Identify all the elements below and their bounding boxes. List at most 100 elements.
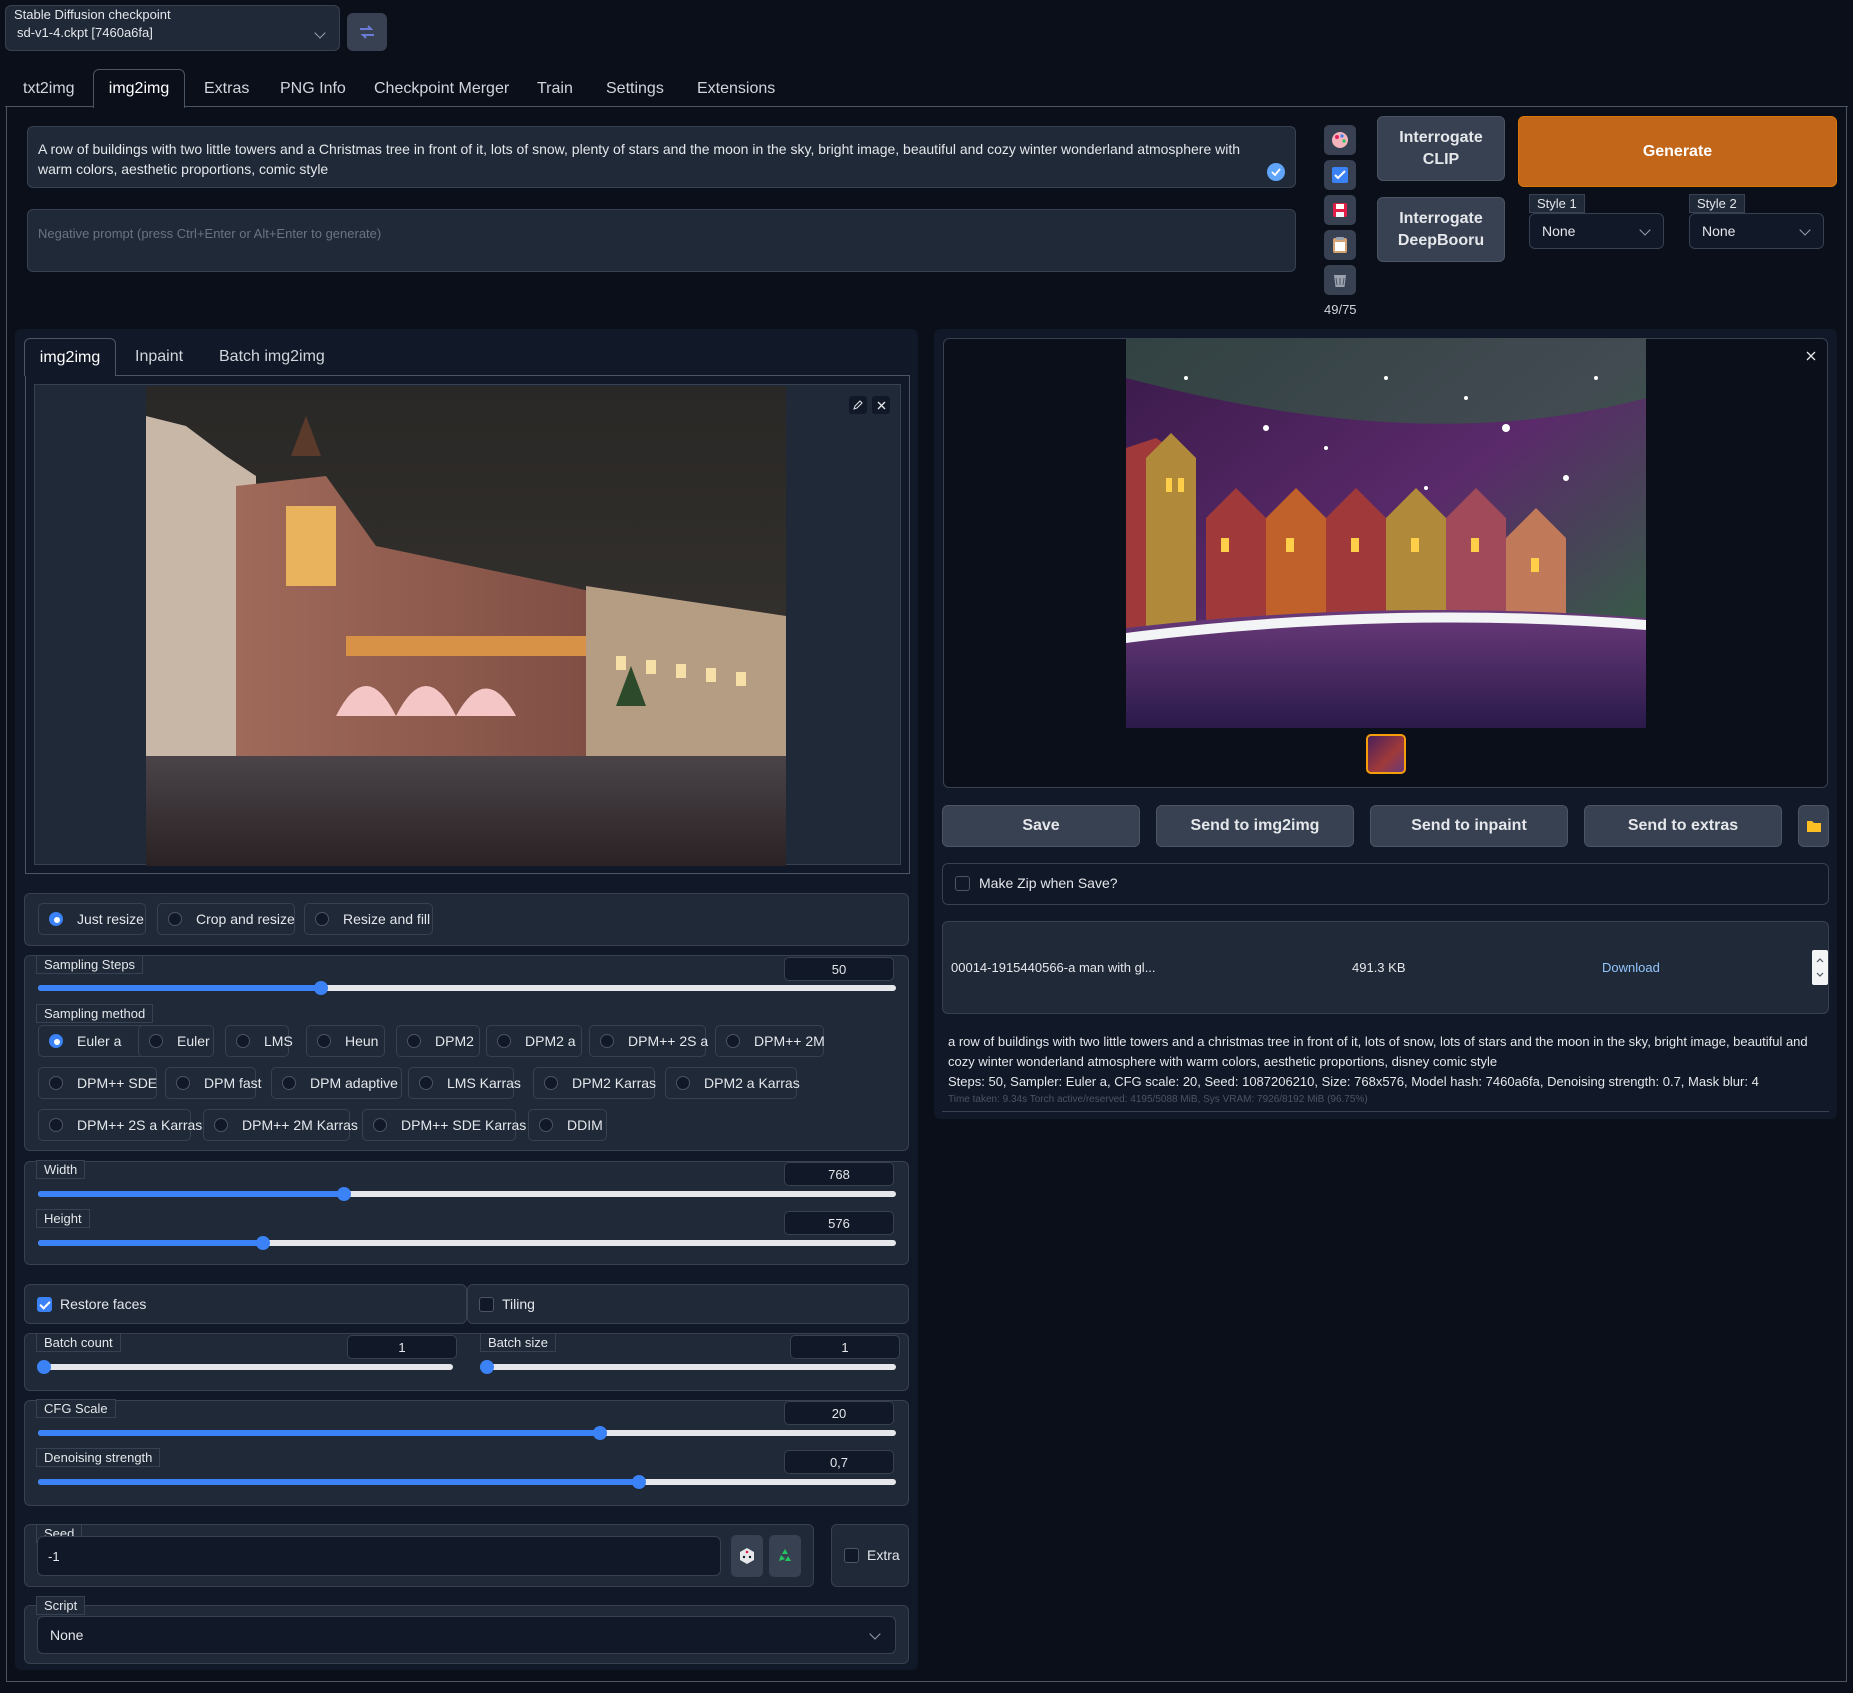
clear-prompt-toggle-button[interactable] [1324, 160, 1356, 190]
height-slider[interactable] [38, 1236, 896, 1250]
tab-png-info[interactable]: PNG Info [280, 80, 346, 98]
sampler-option[interactable]: DPM2 Karras [533, 1067, 656, 1099]
chevron-down-icon [869, 1628, 881, 1640]
apply-style-button[interactable] [1324, 230, 1356, 260]
prompt-input[interactable]: A row of buildings with two little tower… [27, 126, 1296, 188]
trash-button[interactable] [1324, 265, 1356, 295]
subtab-img2img[interactable]: img2img [24, 338, 116, 376]
sampler-option[interactable]: Euler [138, 1025, 214, 1057]
sampler-option-label: DPM++ 2M Karras [242, 1117, 358, 1133]
slider-thumb[interactable] [37, 1360, 51, 1374]
sampler-option[interactable]: DPM++ SDE [38, 1067, 157, 1099]
batch-count-slider[interactable] [37, 1360, 453, 1374]
sampler-option[interactable]: LMS Karras [408, 1067, 521, 1099]
sampler-option[interactable]: DPM++ 2M [715, 1025, 825, 1057]
sampler-option[interactable]: DPM adaptive [271, 1067, 402, 1099]
restore-faces-checkbox[interactable] [37, 1297, 52, 1312]
width-input[interactable]: 768 [784, 1162, 894, 1186]
batch-size-slider[interactable] [480, 1360, 896, 1374]
send-to-img2img-button[interactable]: Send to img2img [1156, 805, 1354, 847]
close-output-icon[interactable] [1803, 348, 1819, 364]
negative-prompt-placeholder: Negative prompt (press Ctrl+Enter or Alt… [38, 226, 382, 241]
interrogate-clip-button[interactable]: Interrogate CLIP [1377, 116, 1505, 181]
batch-count-input[interactable]: 1 [347, 1335, 457, 1359]
output-thumbnail[interactable] [1366, 734, 1406, 774]
subtab-img2img-label: img2img [39, 348, 101, 366]
cfg-scale-input[interactable]: 20 [784, 1401, 894, 1425]
random-seed-button[interactable] [731, 1535, 763, 1577]
tab-extras[interactable]: Extras [204, 80, 249, 98]
resize-mode-label: Just resize [77, 911, 144, 927]
extra-seed-checkbox[interactable] [844, 1548, 859, 1563]
resize-mode-crop-and-resize[interactable]: Crop and resize [157, 903, 295, 935]
tiling-checkbox[interactable] [479, 1297, 494, 1312]
seed-input[interactable]: -1 [37, 1536, 721, 1576]
style1-value: None [1542, 223, 1576, 239]
slider-thumb[interactable] [480, 1360, 494, 1374]
sampler-option[interactable]: DPM fast [165, 1067, 262, 1099]
generate-button[interactable]: Generate [1518, 116, 1837, 187]
sampling-steps-input[interactable]: 50 [784, 957, 894, 981]
style2-select[interactable]: None [1689, 213, 1824, 249]
refresh-checkpoint-button[interactable] [347, 13, 387, 51]
slider-thumb[interactable] [631, 1475, 646, 1489]
sampler-option[interactable]: DPM2 a [486, 1025, 582, 1057]
sampling-steps-slider[interactable] [38, 981, 896, 995]
save-style-button[interactable] [1324, 195, 1356, 225]
radio-icon [407, 1034, 421, 1048]
paste-params-button[interactable] [1324, 125, 1356, 155]
width-slider[interactable] [38, 1187, 896, 1201]
denoising-strength-input[interactable]: 0,7 [784, 1450, 894, 1474]
sampler-option[interactable]: Heun [306, 1025, 385, 1057]
save-button[interactable]: Save [942, 805, 1140, 847]
tab-train[interactable]: Train [537, 80, 573, 98]
sampler-option[interactable]: DDIM [528, 1109, 607, 1141]
close-icon[interactable] [872, 396, 890, 414]
style1-select[interactable]: None [1529, 213, 1664, 249]
sampler-option[interactable]: DPM++ 2S a [589, 1025, 709, 1057]
tab-extensions[interactable]: Extensions [697, 80, 775, 98]
resize-mode-resize-and-fill[interactable]: Resize and fill [304, 903, 433, 935]
slider-thumb[interactable] [592, 1426, 607, 1440]
generation-info: a row of buildings with two little tower… [942, 1028, 1829, 1112]
slider-thumb[interactable] [255, 1236, 270, 1250]
interrogate-deepbooru-button[interactable]: Interrogate DeepBooru [1377, 197, 1505, 262]
sampler-option[interactable]: DPM++ SDE Karras [362, 1109, 526, 1141]
make-zip-checkbox[interactable] [955, 876, 970, 891]
sampler-option[interactable]: DPM2 [396, 1025, 480, 1057]
subtab-batch-img2img[interactable]: Batch img2img [219, 348, 325, 366]
cfg-scale-slider[interactable] [38, 1426, 896, 1440]
style2-label: Style 2 [1689, 194, 1745, 213]
negative-prompt-input[interactable]: Negative prompt (press Ctrl+Enter or Alt… [27, 209, 1296, 272]
batch-size-input[interactable]: 1 [790, 1335, 900, 1359]
refresh-icon [360, 25, 374, 39]
batch-group [24, 1333, 909, 1391]
reuse-seed-button[interactable] [769, 1535, 801, 1577]
denoising-strength-slider[interactable] [38, 1475, 896, 1489]
tab-settings[interactable]: Settings [606, 80, 664, 98]
resize-mode-just-resize[interactable]: Just resize [38, 903, 146, 935]
radio-icon [214, 1118, 228, 1132]
script-select[interactable]: None [37, 1616, 896, 1654]
tab-checkpoint-merger[interactable]: Checkpoint Merger [374, 80, 509, 98]
subtab-inpaint[interactable]: Inpaint [135, 348, 183, 366]
file-list-scrollbar[interactable] [1812, 950, 1828, 985]
tab-img2img[interactable]: img2img [93, 69, 185, 108]
download-link[interactable]: Download [1602, 960, 1660, 975]
sampler-option[interactable]: LMS [225, 1025, 293, 1057]
send-to-inpaint-button[interactable]: Send to inpaint [1370, 805, 1568, 847]
sampler-option-label: DPM++ 2S a [628, 1033, 709, 1049]
radio-icon [149, 1034, 163, 1048]
tab-txt2img[interactable]: txt2img [23, 80, 75, 98]
edit-icon[interactable] [849, 396, 867, 414]
sampler-option[interactable]: DPM++ 2M Karras [203, 1109, 358, 1141]
height-input[interactable]: 576 [784, 1211, 894, 1235]
sampler-option[interactable]: DPM2 a Karras [665, 1067, 800, 1099]
radio-icon [315, 912, 329, 926]
checkpoint-select[interactable]: sd-v1-4.ckpt [7460a6fa] [11, 25, 334, 47]
sampler-option[interactable]: Euler a [38, 1025, 146, 1057]
open-folder-button[interactable] [1798, 805, 1829, 847]
send-to-extras-button[interactable]: Send to extras [1584, 805, 1782, 847]
sampler-option[interactable]: DPM++ 2S a Karras [38, 1109, 202, 1141]
output-image[interactable] [1126, 338, 1646, 728]
